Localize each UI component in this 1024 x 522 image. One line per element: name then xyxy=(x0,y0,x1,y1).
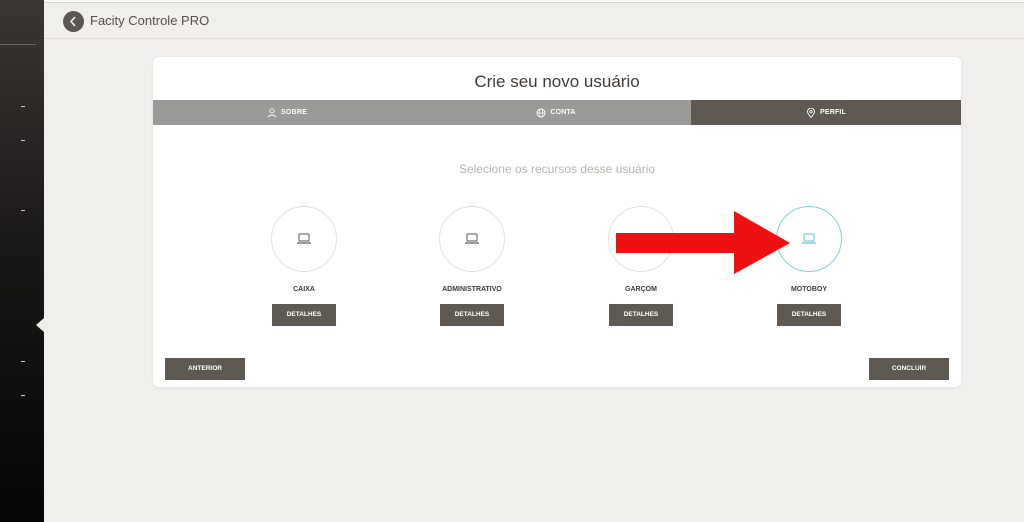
role-name: MOTOBOY xyxy=(790,286,828,293)
top-bar: Facity Controle PRO xyxy=(44,3,1024,39)
sidebar-item-5[interactable] xyxy=(21,395,25,396)
role-name: ADMINISTRATIVO xyxy=(442,286,502,293)
laptop-icon xyxy=(297,233,311,244)
details-button[interactable]: DETALHES xyxy=(609,304,673,326)
step-sobre[interactable]: SOBRE xyxy=(153,100,421,125)
instruction-text: Selecione os recursos desse usuário xyxy=(458,162,656,176)
details-button[interactable]: DETALHES xyxy=(272,304,336,326)
role-option[interactable] xyxy=(439,206,505,272)
sidebar-item-4[interactable] xyxy=(21,361,25,362)
role-name: GARÇOM xyxy=(625,286,657,293)
page-title: Crie seu novo usuário xyxy=(474,72,640,91)
step-conta[interactable]: CONTA xyxy=(421,100,691,125)
step-label: SOBRE xyxy=(281,109,307,116)
globe-icon xyxy=(536,108,546,117)
sidebar-item-2[interactable] xyxy=(21,140,25,141)
location-pin-icon xyxy=(807,107,815,118)
role-caixa: CAIXA DETALHES xyxy=(244,206,364,326)
back-button[interactable] xyxy=(63,11,84,32)
details-button[interactable]: DETALHES xyxy=(777,304,841,326)
laptop-icon xyxy=(802,233,816,244)
step-perfil[interactable]: PERFIL xyxy=(691,100,961,125)
previous-button[interactable]: ANTERIOR xyxy=(165,358,245,380)
wizard-steps: SOBRE CONTA PERFIL xyxy=(153,100,961,125)
chevron-left-icon xyxy=(70,16,76,27)
user-icon xyxy=(267,107,277,118)
step-label: PERFIL xyxy=(819,109,847,116)
sidebar xyxy=(0,0,44,522)
role-name: CAIXA xyxy=(293,286,315,293)
details-button[interactable]: DETALHES xyxy=(440,304,504,326)
role-option[interactable] xyxy=(271,206,337,272)
finish-button[interactable]: CONCLUIR xyxy=(869,358,949,380)
role-administrativo: ADMINISTRATIVO DETALHES xyxy=(412,206,532,326)
sidebar-active-indicator xyxy=(36,318,44,332)
app-title: Facity Controle PRO xyxy=(90,13,210,28)
sidebar-item-3[interactable] xyxy=(21,210,25,211)
sidebar-divider xyxy=(0,44,36,45)
sidebar-item-1[interactable] xyxy=(21,106,25,107)
red-arrow-annotation xyxy=(616,211,790,274)
step-label: CONTA xyxy=(550,109,576,116)
laptop-icon xyxy=(465,233,479,244)
create-user-card: Crie seu novo usuário SOBRE CONTA PERFIL xyxy=(153,57,961,387)
